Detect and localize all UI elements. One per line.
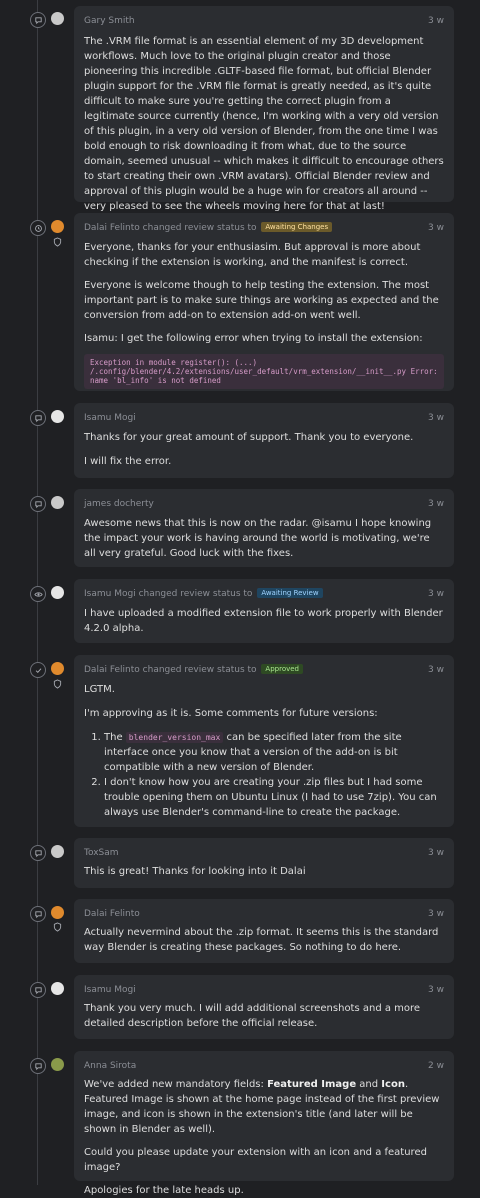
comment-card: Dalai Felinto changed review status to A… — [74, 213, 454, 391]
list-item: I don't know how you are creating your .… — [104, 775, 444, 820]
comment-time[interactable]: 3 w — [428, 847, 444, 859]
comment-list: The blender_version_max can be specified… — [84, 730, 444, 820]
comment-time[interactable]: 3 w — [428, 412, 444, 424]
comment-text: I will fix the error. — [84, 456, 172, 467]
comment-text: We've added new mandatory fields: Featur… — [84, 1079, 440, 1135]
avatar[interactable] — [51, 1058, 64, 1071]
comment-card: Dalai Felinto 3 w Actually nevermind abo… — [74, 899, 454, 963]
comment-author[interactable]: Isamu Mogi — [84, 985, 136, 995]
comment-card: Gary Smith 3 w The .VRM file format is a… — [74, 6, 454, 212]
clock-icon — [30, 220, 46, 236]
comment-text: Actually nevermind about the .zip format… — [84, 927, 439, 953]
comment-text: I have uploaded a modified extension fil… — [84, 608, 443, 634]
comment-icon — [30, 496, 46, 512]
code-block: Exception in module register(): (...) /.… — [84, 354, 444, 389]
comment-text: Everyone, thanks for your enthusiasim. B… — [84, 242, 421, 268]
status-badge: Approved — [261, 664, 303, 674]
eye-icon — [30, 586, 46, 602]
shield-icon — [53, 679, 62, 689]
comment-icon — [30, 12, 46, 28]
comment-time[interactable]: 3 w — [428, 498, 444, 510]
status-action-text: changed review status to — [138, 589, 253, 599]
comment-text: LGTM. — [84, 684, 115, 695]
comment-time[interactable]: 3 w — [428, 15, 444, 27]
comment-text: I'm approving as it is. Some comments fo… — [84, 708, 378, 719]
list-item: The blender_version_max can be specified… — [104, 730, 444, 775]
comment-icon — [30, 1058, 46, 1074]
comment-time[interactable]: 3 w — [428, 908, 444, 920]
comment-author[interactable]: Gary Smith — [84, 16, 135, 26]
avatar[interactable] — [51, 906, 64, 919]
status-badge: Awaiting Changes — [261, 222, 333, 232]
comment-text: This is great! Thanks for looking into i… — [84, 866, 306, 877]
comment-time[interactable]: 3 w — [428, 984, 444, 996]
avatar[interactable] — [51, 586, 64, 599]
inline-code: blender_version_max — [125, 732, 224, 743]
comment-text: Apologies for the late heads up. — [84, 1185, 244, 1196]
comment-author[interactable]: james docherty — [84, 499, 154, 509]
comment-text: The .VRM file format is an essential ele… — [84, 36, 444, 212]
comment-icon — [30, 410, 46, 426]
comment-text: Awesome news that this is now on the rad… — [84, 518, 432, 559]
check-icon — [30, 662, 46, 678]
comment-author[interactable]: Isamu Mogi — [84, 413, 136, 423]
avatar[interactable] — [51, 496, 64, 509]
comment-author[interactable]: ToxSam — [84, 848, 119, 858]
comment-card: Anna Sirota 2 w We've added new mandator… — [74, 1051, 454, 1196]
comment-text: Could you please update your extension w… — [84, 1147, 427, 1173]
comment-author[interactable]: Dalai Felinto — [84, 665, 140, 675]
comment-author[interactable]: Dalai Felinto — [84, 223, 140, 233]
status-action-text: changed review status to — [142, 223, 257, 233]
comment-icon — [30, 906, 46, 922]
avatar[interactable] — [51, 662, 64, 675]
comment-time[interactable]: 2 w — [428, 1060, 444, 1072]
avatar[interactable] — [51, 982, 64, 995]
comment-card: james docherty 3 w Awesome news that thi… — [74, 489, 454, 567]
avatar[interactable] — [51, 410, 64, 423]
comment-author[interactable]: Anna Sirota — [84, 1061, 136, 1071]
shield-icon — [53, 922, 62, 932]
comment-card: Isamu Mogi 3 w Thanks for your great amo… — [74, 403, 454, 478]
avatar[interactable] — [51, 12, 64, 25]
comment-card: ToxSam 3 w This is great! Thanks for loo… — [74, 838, 454, 888]
comment-card: Isamu Mogi 3 w Thank you very much. I wi… — [74, 975, 454, 1039]
comment-card: Dalai Felinto changed review status to A… — [74, 655, 454, 827]
avatar[interactable] — [51, 220, 64, 233]
status-badge: Awaiting Review — [257, 588, 323, 598]
avatar[interactable] — [51, 845, 64, 858]
comment-time[interactable]: 3 w — [428, 222, 444, 234]
comment-author[interactable]: Dalai Felinto — [84, 909, 140, 919]
shield-icon — [53, 237, 62, 247]
comment-text: Isamu: I get the following error when tr… — [84, 333, 423, 344]
comment-text: Everyone is welcome though to help testi… — [84, 280, 439, 321]
comment-text: Thanks for your great amount of support.… — [84, 432, 414, 443]
comment-time[interactable]: 3 w — [428, 588, 444, 600]
comment-time[interactable]: 3 w — [428, 664, 444, 676]
comment-icon — [30, 982, 46, 998]
comment-icon — [30, 845, 46, 861]
status-action-text: changed review status to — [142, 665, 257, 675]
comment-card: Isamu Mogi changed review status to Awai… — [74, 579, 454, 643]
comment-author[interactable]: Isamu Mogi — [84, 589, 136, 599]
comment-text: Thank you very much. I will add addition… — [84, 1003, 421, 1029]
